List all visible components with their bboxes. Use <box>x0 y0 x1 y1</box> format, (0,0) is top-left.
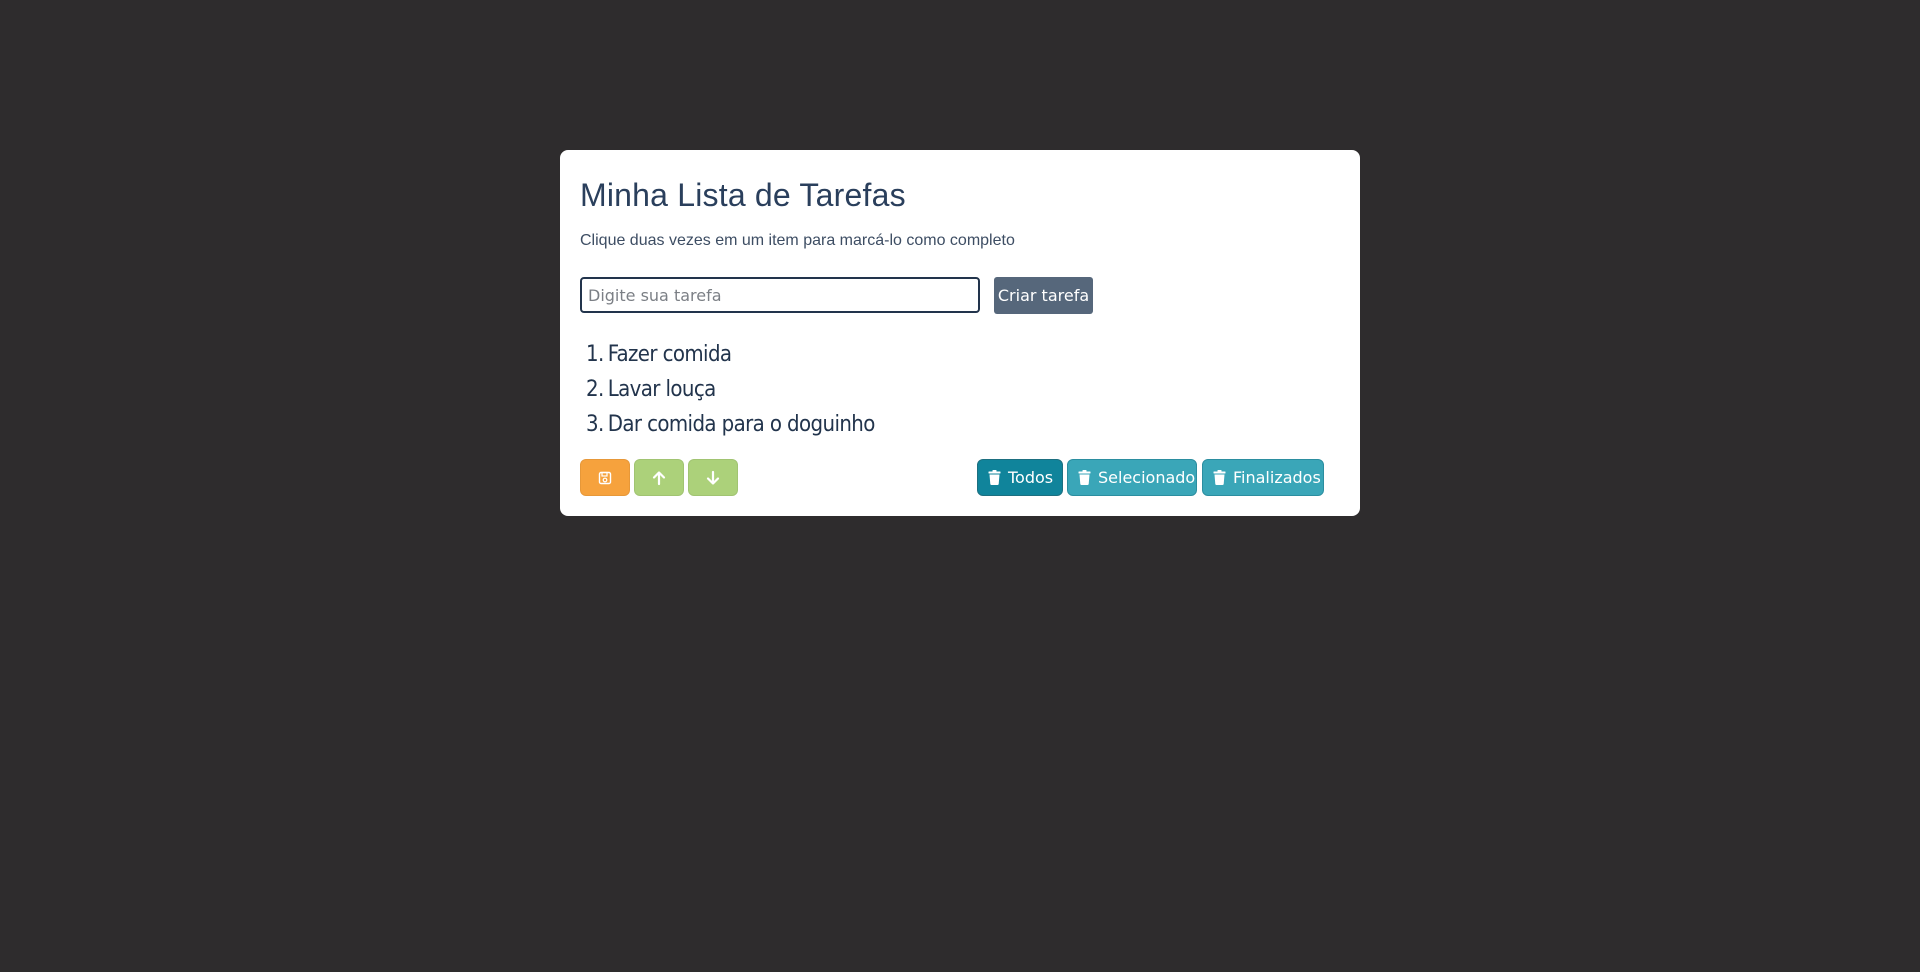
arrow-down-icon <box>706 470 720 486</box>
task-item[interactable]: 2. Lavar louça <box>586 372 875 407</box>
delete-finished-button[interactable]: Finalizados <box>1202 459 1324 496</box>
save-button[interactable] <box>580 459 630 496</box>
delete-selected-button[interactable]: Selecionado <box>1067 459 1197 496</box>
task-text: Dar comida para o doguinho <box>607 412 876 437</box>
trash-icon <box>1213 470 1226 485</box>
instructions-text: Clique duas vezes em um item para marcá-… <box>580 232 1015 249</box>
task-number: 1. <box>586 342 604 367</box>
task-list: 1. Fazer comida 2. Lavar louça 3. Dar comid… <box>586 337 875 442</box>
trash-icon <box>988 470 1001 485</box>
task-item[interactable]: 3. Dar comida para o doguinho <box>586 407 875 442</box>
task-input[interactable] <box>580 277 980 313</box>
todo-card: Minha Lista de Tarefas Clique duas vezes… <box>560 150 1360 516</box>
delete-selected-label: Selecionado <box>1098 468 1196 487</box>
page-title: Minha Lista de Tarefas <box>580 177 906 213</box>
task-text: Lavar louça <box>607 377 717 402</box>
arrow-up-icon <box>652 470 666 486</box>
move-down-button[interactable] <box>688 459 738 496</box>
task-text: Fazer comida <box>607 342 732 367</box>
delete-finished-label: Finalizados <box>1233 468 1321 487</box>
trash-icon <box>1078 470 1091 485</box>
delete-all-label: Todos <box>1008 468 1054 487</box>
task-number: 3. <box>586 412 604 437</box>
move-up-button[interactable] <box>634 459 684 496</box>
delete-all-button[interactable]: Todos <box>977 459 1063 496</box>
create-task-button[interactable]: Criar tarefa <box>994 277 1093 314</box>
task-number: 2. <box>586 377 604 402</box>
task-item[interactable]: 1. Fazer comida <box>586 337 875 372</box>
floppy-disk-icon <box>598 471 612 485</box>
